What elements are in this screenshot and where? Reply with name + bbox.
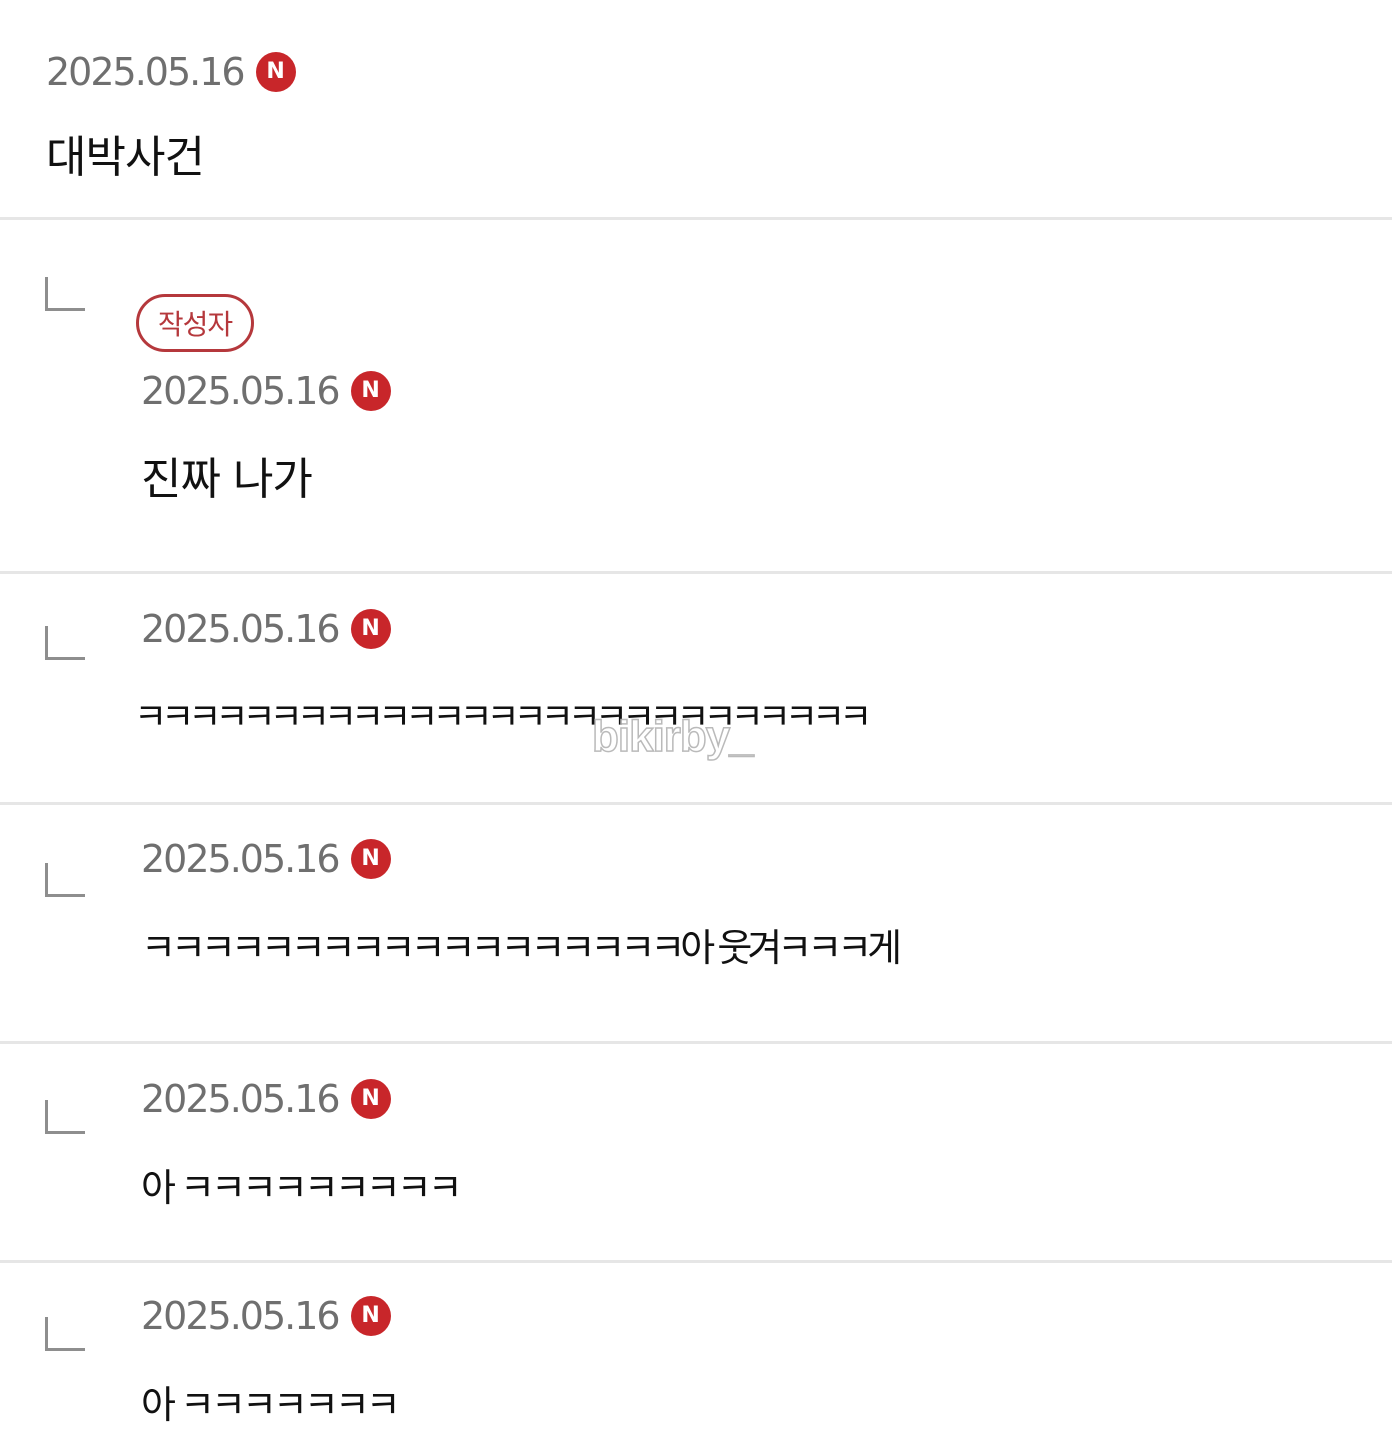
reply-arrow-icon <box>45 1317 85 1351</box>
reply-date: 2025.05.16 <box>141 607 341 651</box>
reply-meta: 2025.05.16 N <box>141 367 391 415</box>
reply-arrow-icon <box>45 626 85 660</box>
watermark: bikirby_ <box>591 711 754 762</box>
reply-text: 아 ㅋㅋㅋㅋㅋㅋㅋㅋㅋ <box>141 1166 463 1210</box>
new-badge-icon: N <box>350 609 391 649</box>
new-badge-icon: N <box>350 371 391 411</box>
reply-arrow-icon <box>45 277 85 311</box>
new-badge-icon: N <box>350 1079 391 1119</box>
reply-date: 2025.05.16 <box>141 369 341 413</box>
reply-arrow-icon <box>45 863 85 897</box>
reply-meta: 2025.05.16 N <box>141 605 391 653</box>
reply-text: ㅋㅋㅋㅋㅋㅋㅋㅋㅋㅋㅋㅋㅋㅋㅋㅋㅋㅋ아 웃겨ㅋㅋㅋ게 <box>141 926 902 970</box>
new-badge-icon: N <box>350 839 391 879</box>
reply-date: 2025.05.16 <box>141 837 341 881</box>
new-badge-icon: N <box>255 52 296 92</box>
comment-date: 2025.05.16 <box>46 50 246 94</box>
reply-text: 아 ㅋㅋㅋㅋㅋㅋㅋ <box>141 1383 401 1427</box>
reply-meta: 2025.05.16 N <box>141 1075 391 1123</box>
comment-meta: 2025.05.16 N <box>46 48 296 96</box>
reply-meta: 2025.05.16 N <box>141 835 391 883</box>
reply-arrow-icon <box>45 1100 85 1134</box>
author-tag: 작성자 <box>136 294 254 352</box>
comment-text: 대박사건 <box>46 132 205 183</box>
new-badge-icon: N <box>350 1296 391 1336</box>
reply-date: 2025.05.16 <box>141 1077 341 1121</box>
reply-meta: 2025.05.16 N <box>141 1292 391 1340</box>
reply-date: 2025.05.16 <box>141 1294 341 1338</box>
reply-text: ㅋㅋㅋㅋㅋㅋㅋㅋㅋㅋㅋㅋㅋㅋㅋㅋㅋㅋㅋㅋㅋㅋㅋㅋㅋㅋㅋ <box>134 697 872 738</box>
reply-text: 진짜 나가 <box>141 454 313 505</box>
comment-thread: 2025.05.16 N 대박사건 작성자 2025.05.16 N 진짜 나가… <box>0 0 1392 1440</box>
main-comment: 2025.05.16 N 대박사건 <box>0 0 1392 218</box>
